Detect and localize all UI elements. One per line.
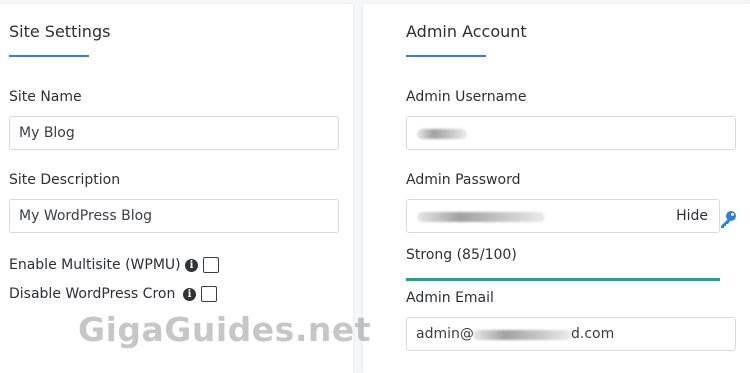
site-description-label: Site Description	[9, 172, 121, 188]
multisite-info-icon[interactable]: i	[185, 259, 198, 272]
site-settings-title-underline	[9, 55, 89, 57]
admin-account-panel: Admin Account Admin Username Admin Passw…	[363, 4, 750, 373]
admin-email-field[interactable]: admin@ d.com	[406, 317, 736, 351]
admin-password-field[interactable]: Hide	[406, 199, 720, 233]
site-name-input[interactable]	[10, 117, 338, 149]
site-description-input[interactable]	[10, 200, 338, 232]
disable-cron-label: Disable WordPress Cron	[9, 286, 176, 302]
redacted-username	[417, 129, 467, 139]
multisite-checkbox[interactable]	[203, 257, 219, 273]
watermark: GigaGuides.net	[78, 310, 372, 349]
admin-username-field[interactable]	[406, 116, 736, 150]
admin-password-label: Admin Password	[406, 172, 521, 188]
admin-email-label: Admin Email	[406, 290, 494, 306]
admin-account-title: Admin Account	[406, 22, 527, 41]
multisite-label: Enable Multisite (WPMU)	[9, 257, 181, 273]
key-icon[interactable]	[718, 209, 738, 229]
redacted-email-domain	[473, 330, 571, 340]
password-strength-text: Strong (85/100)	[406, 247, 517, 263]
admin-username-label: Admin Username	[406, 89, 527, 105]
site-name-field[interactable]	[9, 116, 339, 150]
email-prefix: admin@	[416, 326, 474, 342]
disable-cron-info-icon[interactable]: i	[183, 288, 196, 301]
redacted-password	[417, 212, 545, 222]
site-settings-title: Site Settings	[9, 22, 111, 41]
site-description-field[interactable]	[9, 199, 339, 233]
disable-cron-checkbox[interactable]	[201, 286, 217, 302]
site-name-label: Site Name	[9, 89, 82, 105]
password-strength-bar	[406, 278, 720, 281]
hide-password-button[interactable]: Hide	[676, 208, 708, 224]
admin-account-title-underline	[406, 55, 486, 57]
email-suffix: d.com	[571, 326, 615, 342]
